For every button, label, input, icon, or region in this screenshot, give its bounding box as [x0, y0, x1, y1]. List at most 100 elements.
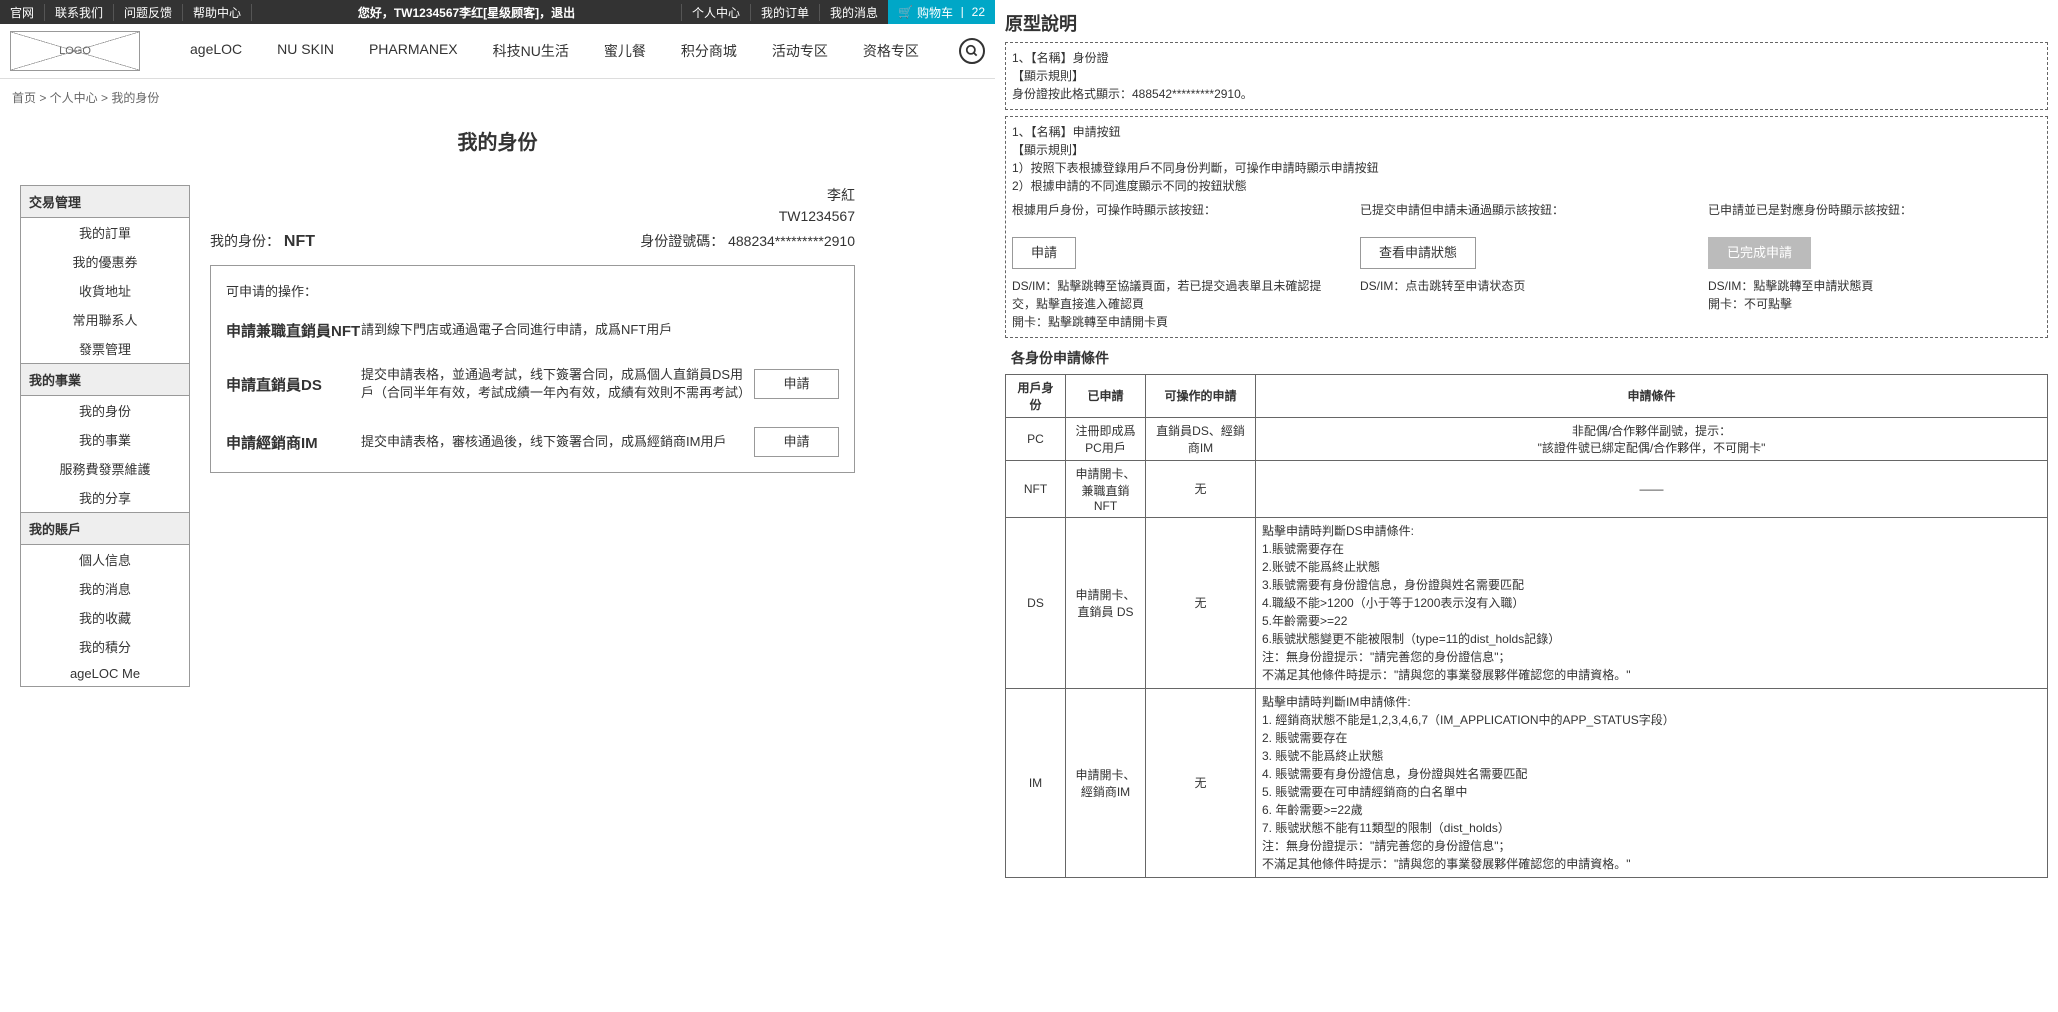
- page-title: 我的身份: [0, 126, 995, 155]
- spec-panel: 原型說明 1、【名稱】身份證 【顯示規則】 身份證按此格式顯示：488542**…: [995, 0, 2058, 888]
- td: NFT: [1006, 460, 1066, 517]
- welcome-text: 您好，TW1234567李红[星级顾客]，退出: [252, 4, 681, 21]
- sidebar: 交易管理 我的訂單 我的優惠券 收貨地址 常用聯系人 發票管理 我的事業 我的身…: [20, 185, 190, 687]
- td: ——: [1256, 460, 2048, 517]
- spec-btn-status[interactable]: 查看申請狀態: [1360, 237, 1476, 269]
- cart-button[interactable]: 🛒 购物车 丨 22: [888, 0, 995, 24]
- td: IM: [1006, 688, 1066, 877]
- top-link[interactable]: 联系我们: [45, 4, 114, 21]
- nav-item[interactable]: 资格专区: [863, 41, 919, 61]
- cart-icon: 🛒: [898, 5, 913, 19]
- op-name: 申請兼職直銷員NFT: [226, 320, 361, 341]
- sidebar-item[interactable]: 我的分享: [21, 483, 189, 512]
- op-name: 申請直銷員DS: [226, 374, 361, 395]
- spec-line: 1、【名稱】申請按鈕: [1012, 123, 2041, 141]
- main-nav: LOGO ageLOC NU SKIN PHARMANEX 科技NU生活 蜜儿餐…: [0, 24, 995, 79]
- op-desc: 請到線下門店或通過電子合同進行申請，成爲NFT用戶: [361, 321, 839, 339]
- th: 用戶身份: [1006, 374, 1066, 417]
- top-link[interactable]: 问题反馈: [114, 4, 183, 21]
- nav-item[interactable]: ageLOC: [190, 41, 242, 61]
- sidebar-item[interactable]: 我的訂單: [21, 218, 189, 247]
- search-button[interactable]: [959, 38, 985, 64]
- spec-box: 1、【名稱】申請按鈕 【顯示規則】 1）按照下表根據登錄用戶不同身份判斷，可操作…: [1005, 116, 2048, 338]
- nav-item[interactable]: 活动专区: [772, 41, 828, 61]
- td: PC: [1006, 417, 1066, 460]
- apply-button[interactable]: 申請: [754, 369, 839, 399]
- sidebar-item[interactable]: 我的收藏: [21, 603, 189, 632]
- spec-line: 【顯示規則】: [1012, 141, 2041, 159]
- cond-table: 用戶身份 已申請 可操作的申請 申請條件 PC 注冊即成爲PC用戶 直銷員DS、…: [1005, 374, 2048, 878]
- op-desc: 提交申請表格，並通過考試，线下簽署合同，成爲個人直銷員DS用戶（合同半年有效，考…: [361, 366, 754, 402]
- identity-label: 我的身份：: [210, 233, 280, 249]
- spec-col: 根據用戶身份，可操作時顯示該按鈕： 申請 DS/IM：點擊跳轉至協議頁面，若已提…: [1012, 201, 1345, 331]
- spec-line: 身份證按此格式顯示：488542*********2910。: [1012, 85, 2041, 103]
- nav-item[interactable]: 科技NU生活: [493, 41, 569, 61]
- sidebar-item[interactable]: 常用聯系人: [21, 305, 189, 334]
- sidebar-item[interactable]: 我的優惠券: [21, 247, 189, 276]
- logo[interactable]: LOGO: [10, 31, 140, 71]
- td: 非配偶/合作夥伴副號，提示： "該證件號已綁定配偶/合作夥伴，不可開卡": [1256, 417, 2048, 460]
- spec-btn-done: 已完成申請: [1708, 237, 1811, 269]
- sidebar-item[interactable]: 收貨地址: [21, 276, 189, 305]
- nav-item[interactable]: NU SKIN: [277, 41, 334, 61]
- cart-count: 22: [972, 5, 985, 19]
- op-row: 申請直銷員DS 提交申請表格，並通過考試，线下簽署合同，成爲個人直銷員DS用戶（…: [226, 366, 839, 402]
- td: 點擊申請時判斷IM申請條件: 1. 經銷商狀態不能是1,2,3,4,6,7（IM…: [1256, 688, 2048, 877]
- op-row: 申請經銷商IM 提交申請表格，審核通過後，线下簽署合同，成爲經銷商IM用戶 申請: [226, 427, 839, 457]
- nav-item[interactable]: PHARMANEX: [369, 41, 458, 61]
- nav-item[interactable]: 积分商城: [681, 41, 737, 61]
- td: 无: [1146, 688, 1256, 877]
- sidebar-item[interactable]: 個人信息: [21, 545, 189, 574]
- table-row: IM 申請開卡、 經銷商IM 无 點擊申請時判斷IM申請條件: 1. 經銷商狀態…: [1006, 688, 2048, 877]
- sidebar-item[interactable]: ageLOC Me: [21, 661, 189, 686]
- spec-col-hd: 根據用戶身份，可操作時顯示該按鈕：: [1012, 201, 1345, 233]
- spec-line: 1）按照下表根據登錄用戶不同身份判斷，可操作申請時顯示申請按鈕: [1012, 159, 2041, 177]
- apply-button[interactable]: 申請: [754, 427, 839, 457]
- idcard-value: 488234*********2910: [728, 233, 855, 249]
- sidebar-item[interactable]: 發票管理: [21, 334, 189, 363]
- sidebar-item[interactable]: 服務費發票維護: [21, 454, 189, 483]
- main-content: 李紅 TW1234567 我的身份： NFT 身份證號碼： 488234****…: [210, 185, 975, 687]
- idcard-label: 身份證號碼：: [640, 233, 724, 249]
- spec-col: 已提交申請但申請未通過顯示該按鈕： 查看申請狀態 DS/IM：点击跳转至申请状态…: [1360, 201, 1693, 331]
- td: 无: [1146, 517, 1256, 688]
- td: 申請開卡、 經銷商IM: [1066, 688, 1146, 877]
- spec-col-hd: 已提交申請但申請未通過顯示該按鈕：: [1360, 201, 1693, 233]
- td: 无: [1146, 460, 1256, 517]
- sidebar-head: 我的賬戶: [21, 512, 189, 545]
- spec-note: DS/IM：点击跳转至申请状态页: [1360, 277, 1693, 295]
- td: 申請開卡、 直銷員 DS: [1066, 517, 1146, 688]
- cart-label: 购物车: [917, 4, 953, 21]
- spec-line: 1、【名稱】身份證: [1012, 49, 2041, 67]
- sidebar-head: 我的事業: [21, 363, 189, 396]
- table-row: DS 申請開卡、 直銷員 DS 无 點擊申請時判斷DS申請條件: 1.賬號需要存…: [1006, 517, 2048, 688]
- table-row: PC 注冊即成爲PC用戶 直銷員DS、經銷商IM 非配偶/合作夥伴副號，提示： …: [1006, 417, 2048, 460]
- spec-line: 2）根據申請的不同進度顯示不同的按鈕狀態: [1012, 177, 2041, 195]
- spec-title: 原型說明: [1005, 10, 2048, 36]
- nav-item[interactable]: 蜜儿餐: [604, 41, 646, 61]
- th: 已申請: [1066, 374, 1146, 417]
- op-desc: 提交申請表格，審核通過後，线下簽署合同，成爲經銷商IM用戶: [361, 433, 754, 451]
- sidebar-head: 交易管理: [21, 186, 189, 218]
- td: 直銷員DS、經銷商IM: [1146, 417, 1256, 460]
- sidebar-item[interactable]: 我的消息: [21, 574, 189, 603]
- sidebar-item[interactable]: 我的積分: [21, 632, 189, 661]
- td: DS: [1006, 517, 1066, 688]
- cart-sep: 丨: [953, 4, 972, 21]
- sidebar-item[interactable]: 我的事業: [21, 425, 189, 454]
- spec-btn-apply[interactable]: 申請: [1012, 237, 1076, 269]
- top-link[interactable]: 个人中心: [681, 4, 750, 21]
- top-link[interactable]: 官网: [0, 4, 45, 21]
- spec-line: 【顯示規則】: [1012, 67, 2041, 85]
- top-link[interactable]: 我的消息: [819, 4, 888, 21]
- operations-title: 可申请的操作：: [226, 281, 839, 300]
- sidebar-item[interactable]: 我的身份: [21, 396, 189, 425]
- top-link[interactable]: 帮助中心: [183, 4, 252, 21]
- spec-box: 1、【名稱】身份證 【顯示規則】 身份證按此格式顯示：488542*******…: [1005, 42, 2048, 110]
- user-name: 李紅: [210, 185, 855, 206]
- identity-value: NFT: [284, 233, 315, 250]
- spec-col: 已申請並已是對應身份時顯示該按鈕： 已完成申請 DS/IM：點擊跳轉至申請狀態頁…: [1708, 201, 2041, 331]
- breadcrumb[interactable]: 首页 > 个人中心 > 我的身份: [0, 79, 995, 116]
- top-link[interactable]: 我的订单: [750, 4, 819, 21]
- spec-note: DS/IM：點擊跳轉至申請狀態頁 開卡：不可點擊: [1708, 277, 2041, 313]
